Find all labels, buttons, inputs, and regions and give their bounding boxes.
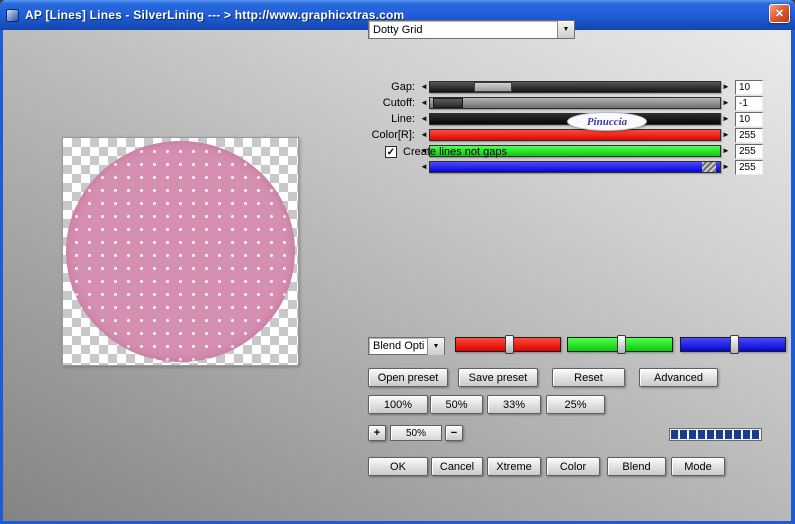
ok-button[interactable]: OK [368,457,428,476]
create-lines-checkbox[interactable]: ✓ [385,146,397,158]
progress-bar [669,428,762,441]
zoom-25-button[interactable]: 25% [546,395,605,414]
zoom-33-button[interactable]: 33% [487,395,541,414]
color-red-slider-label: Color[R]: [371,129,415,141]
pattern-dropdown[interactable]: Dotty Grid ▼ [368,20,575,39]
advanced-button[interactable]: Advanced [639,368,718,387]
save-preset-button[interactable]: Save preset [458,368,538,387]
line-value-field[interactable]: 10 [735,111,763,127]
color-button[interactable]: Color [546,457,600,476]
reset-button[interactable]: Reset [552,368,625,387]
green-blend-thumb[interactable] [616,335,626,354]
preview-canvas[interactable] [62,137,299,366]
slider-arrow-right-icon[interactable]: ► [721,81,731,93]
slider-arrow-right-icon[interactable]: ► [721,129,731,141]
cutoff-value-field[interactable]: -1 [735,95,763,111]
window-title: AP [Lines] Lines - SilverLining --- > ht… [25,8,405,22]
green-blend-slider[interactable] [567,335,673,354]
scale-plus-button[interactable]: + [368,425,386,441]
red-blend-thumb[interactable] [504,335,514,354]
open-preset-button[interactable]: Open preset [368,368,448,387]
cutoff-slider-row: Cutoff: ◄ ► -1 [353,95,763,111]
chevron-down-icon[interactable]: ▼ [427,337,444,355]
blue-blend-slider[interactable] [680,335,786,354]
scale-value-box[interactable]: 50% [390,425,442,441]
pattern-dropdown-value: Dotty Grid [373,23,423,36]
cancel-button[interactable]: Cancel [431,457,483,476]
gap-slider-row: Gap: ◄ ► 10 [353,79,763,95]
window-border-left [0,30,3,524]
color-blue-slider-track[interactable] [429,161,721,173]
cutoff-slider-label: Cutoff: [382,97,415,109]
slider-arrow-left-icon[interactable]: ◄ [419,161,429,173]
gap-slider-thumb[interactable] [473,82,512,92]
slider-arrow-left-icon[interactable]: ◄ [419,113,429,125]
line-slider-label: Line: [391,113,415,125]
slider-arrow-right-icon[interactable]: ► [721,145,731,157]
color-blue-slider-hatch [702,162,716,172]
gap-slider-label: Gap: [391,81,415,93]
color-red-slider-track[interactable] [429,129,721,141]
zoom-50-button[interactable]: 50% [430,395,483,414]
zoom-100-button[interactable]: 100% [368,395,428,414]
watermark-badge: Pinuccia [567,112,647,131]
cutoff-slider-track[interactable] [429,97,721,109]
plugin-window: AP [Lines] Lines - SilverLining --- > ht… [0,0,795,524]
red-blend-slider[interactable] [455,335,561,354]
close-button[interactable]: ✕ [769,4,790,23]
close-icon: ✕ [774,8,785,20]
blend-options-dropdown-value: Blend Opti [373,340,425,352]
window-border-right [791,30,795,524]
watermark-text: Pinuccia [586,115,628,128]
slider-arrow-left-icon[interactable]: ◄ [419,81,429,93]
create-lines-checkbox-label: Create lines not gaps [403,146,507,158]
xtreme-button[interactable]: Xtreme [487,457,541,476]
scale-minus-button[interactable]: − [445,425,463,441]
slider-arrow-right-icon[interactable]: ► [721,161,731,173]
slider-arrow-right-icon[interactable]: ► [721,97,731,109]
cutoff-slider-thumb[interactable] [432,98,463,108]
blend-options-dropdown[interactable]: Blend Opti ▼ [368,337,445,355]
chevron-down-icon[interactable]: ▼ [557,21,574,38]
color-red-slider-row: Color[R]: ◄ ► 255 [353,127,763,143]
blue-blend-thumb[interactable] [729,335,739,354]
progress-bar-segments [671,430,760,439]
slider-arrow-left-icon[interactable]: ◄ [419,129,429,141]
color-blue-slider-row: ◄ ► 255 [353,159,763,175]
color-blue-value-field[interactable]: 255 [735,159,763,175]
slider-arrow-right-icon[interactable]: ► [721,113,731,125]
blend-button[interactable]: Blend [607,457,666,476]
preview-pattern-circle [66,141,295,362]
color-green-value-field[interactable]: 255 [735,143,763,159]
line-slider-row: Line: ◄ ► 10 [353,111,763,127]
gap-slider-track[interactable] [429,81,721,93]
color-red-value-field[interactable]: 255 [735,127,763,143]
gap-value-field[interactable]: 10 [735,79,763,95]
slider-arrow-left-icon[interactable]: ◄ [419,97,429,109]
create-lines-checkbox-row[interactable]: ✓ Create lines not gaps [385,146,507,158]
mode-button[interactable]: Mode [671,457,725,476]
app-icon [6,8,19,22]
